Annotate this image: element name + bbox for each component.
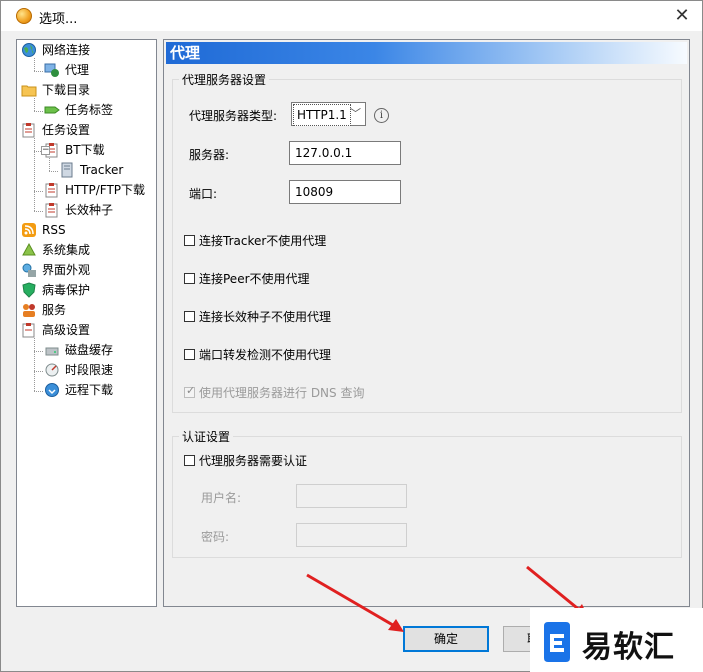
arrow-line-left bbox=[306, 573, 399, 630]
arrow-line-right bbox=[526, 565, 583, 614]
watermark-logo bbox=[544, 622, 570, 662]
watermark: 易软汇 bbox=[530, 608, 703, 672]
annotation-arrows bbox=[306, 565, 588, 632]
watermark-text: 易软汇 bbox=[582, 630, 675, 665]
arrow-head-left bbox=[388, 619, 404, 632]
